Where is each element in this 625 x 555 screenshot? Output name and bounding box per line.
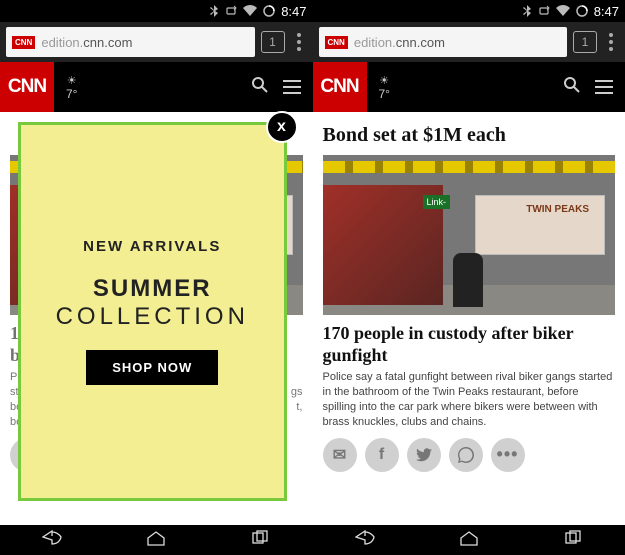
url-prefix: edition. (41, 35, 83, 50)
secondary-headline[interactable]: 170 people in custody after biker gunfig… (323, 323, 616, 366)
tab-count: 1 (269, 35, 276, 49)
hero-image[interactable]: TWIN PEAKS Link- (323, 155, 616, 315)
screen-rotation-icon (225, 5, 237, 17)
cnn-logo[interactable]: CNN (313, 62, 367, 112)
status-bar: 8:47 (313, 0, 625, 22)
url-prefix: edition. (354, 35, 396, 50)
interstitial-ad: x NEW ARRIVALS SUMMER COLLECTION SHOP NO… (18, 122, 287, 501)
ad-heading: NEW ARRIVALS (83, 238, 221, 255)
browser-menu-button[interactable] (603, 31, 619, 53)
android-navbar (313, 525, 625, 555)
cnn-logo[interactable]: CNN (0, 62, 54, 112)
top-headline[interactable]: Bond set at $1M each (323, 124, 616, 147)
circle-icon (576, 5, 588, 17)
home-button[interactable] (146, 530, 166, 551)
browser-toolbar: CNN edition.cnn.com 1 (0, 22, 313, 62)
image-sign-text: TWIN PEAKS (526, 205, 589, 215)
ad-subheading: SUMMER COLLECTION (56, 275, 249, 330)
favicon: CNN (325, 36, 348, 49)
site-header: CNN ☀ 7° (313, 62, 625, 112)
recent-apps-button[interactable] (250, 530, 270, 551)
search-icon[interactable] (241, 76, 279, 99)
back-button[interactable] (355, 530, 375, 551)
screen-rotation-icon (538, 5, 550, 17)
sun-icon: ☀ (67, 74, 77, 87)
url-bar[interactable]: CNN edition.cnn.com (6, 27, 255, 57)
weather-widget[interactable]: ☀ 7° (54, 74, 89, 101)
weather-widget[interactable]: ☀ 7° (367, 74, 402, 101)
circle-icon (263, 5, 275, 17)
url-domain: cnn.com (396, 35, 445, 50)
share-facebook-button[interactable]: f (365, 438, 399, 472)
tab-switcher-button[interactable]: 1 (261, 31, 285, 53)
phone-left: 8:47 CNN edition.cnn.com 1 CNN ☀ 7° Bond… (0, 0, 313, 555)
url-bar[interactable]: CNN edition.cnn.com (319, 27, 568, 57)
search-icon[interactable] (553, 76, 591, 99)
tab-count: 1 (582, 35, 589, 49)
site-header: CNN ☀ 7° (0, 62, 313, 112)
url-domain: cnn.com (83, 35, 132, 50)
share-more-button[interactable]: ••• (491, 438, 525, 472)
share-whatsapp-button[interactable] (449, 438, 483, 472)
home-button[interactable] (459, 530, 479, 551)
share-row: ✉ f ••• (323, 438, 616, 472)
android-navbar (0, 525, 313, 555)
recent-apps-button[interactable] (563, 530, 583, 551)
hamburger-menu-icon[interactable] (279, 80, 313, 94)
share-mail-button[interactable]: ✉ (323, 438, 357, 472)
article-body: Police say a fatal gunfight between riva… (323, 370, 616, 429)
phone-right: 8:47 CNN edition.cnn.com 1 CNN ☀ 7° Bond… (313, 0, 625, 555)
status-bar: 8:47 (0, 0, 313, 22)
browser-toolbar: CNN edition.cnn.com 1 (313, 22, 625, 62)
image-link-badge: Link- (423, 195, 451, 209)
ad-cta-button[interactable]: SHOP NOW (86, 350, 218, 385)
back-button[interactable] (42, 530, 62, 551)
favicon: CNN (12, 36, 35, 49)
temperature: 7° (66, 87, 77, 101)
tab-switcher-button[interactable]: 1 (573, 31, 597, 53)
status-time: 8:47 (594, 4, 619, 19)
browser-menu-button[interactable] (291, 31, 307, 53)
temperature: 7° (379, 87, 390, 101)
bluetooth-icon (522, 5, 532, 17)
status-time: 8:47 (281, 4, 306, 19)
article-content: Bond set at $1M each TWIN PEAKS Link- 17… (313, 112, 625, 525)
ad-close-button[interactable]: x (266, 111, 298, 143)
sun-icon: ☀ (379, 74, 389, 87)
wifi-icon (556, 5, 570, 17)
hamburger-menu-icon[interactable] (591, 80, 625, 94)
share-twitter-button[interactable] (407, 438, 441, 472)
wifi-icon (243, 5, 257, 17)
bluetooth-icon (209, 5, 219, 17)
